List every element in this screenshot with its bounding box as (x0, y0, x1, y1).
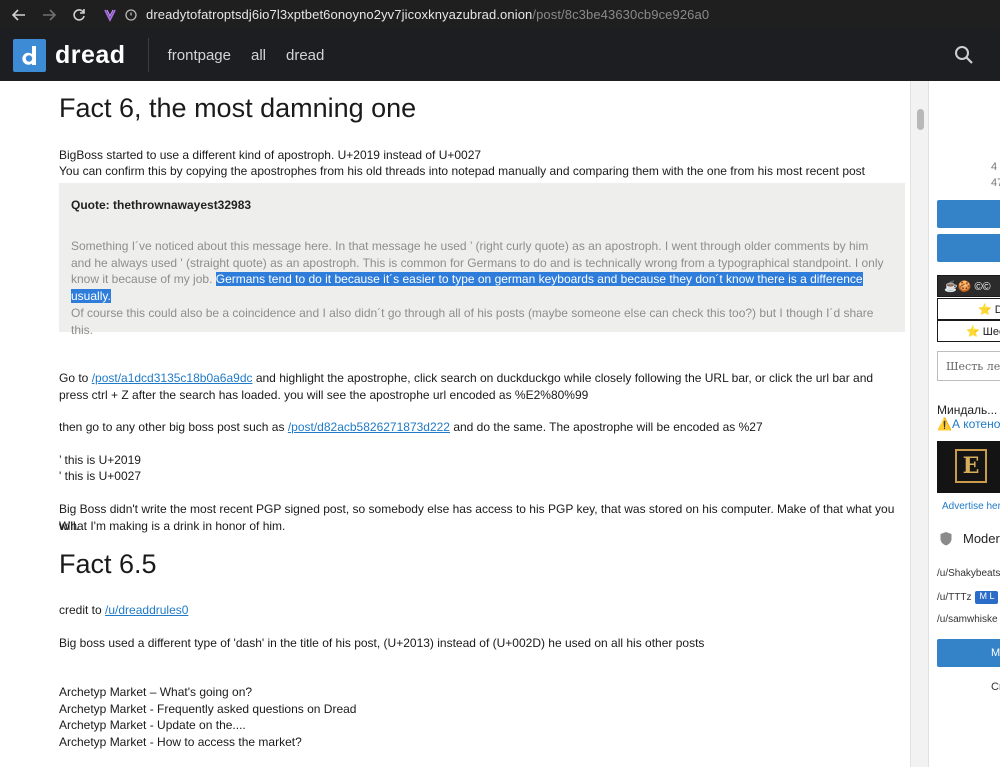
then-paragraph: then go to any other big boss post such … (59, 419, 905, 436)
browser-toolbar: dreadytofatroptsdj6io7l3xptbet6onoyno2yv… (0, 0, 1000, 29)
header-divider (147, 38, 149, 72)
post-line-2: You can confirm this by copying the apos… (59, 164, 865, 178)
apostrophe-line-1: ’ this is U+2019 (59, 453, 141, 467)
sidebar-flair-3[interactable]: ⭐ Шес (937, 320, 1000, 342)
title-line-1: Archetyp Market – What's going on? (59, 685, 253, 699)
site-header: dread frontpage all dread (0, 29, 1000, 81)
sidebar-ad-banner[interactable]: E (937, 441, 1000, 493)
lock-icon[interactable] (124, 8, 138, 22)
dash-line: Big boss used a different type of 'dash'… (59, 636, 705, 650)
address-bar[interactable]: dreadytofatroptsdj6io7l3xptbet6onoyno2yv… (146, 7, 709, 22)
then-suffix: and do the same. The apostrophe will be … (449, 420, 763, 434)
post-link-1[interactable]: /post/a1dcd3135c18b0a6a9dc (92, 371, 253, 385)
sidebar-input[interactable]: Шесть ле (937, 351, 1000, 381)
sidebar-button-1[interactable] (937, 200, 1000, 228)
nav-frontpage[interactable]: frontpage (168, 47, 231, 64)
post-content: Fact 6, the most damning one BigBoss sta… (0, 81, 910, 767)
heading-fact-6-5: Fact 6.5 (59, 549, 157, 579)
moderator-name-2[interactable]: /u/TTTz (937, 592, 971, 603)
scrollbar-thumb[interactable] (917, 109, 924, 130)
nav-dread[interactable]: dread (286, 47, 324, 64)
moderator-user-1[interactable]: /u/Shakybeats (937, 568, 1000, 579)
goto-paragraph: Go to /post/a1dcd3135c18b0a6a9dc and hig… (59, 370, 905, 403)
nav-all[interactable]: all (251, 47, 266, 64)
advertise-link[interactable]: Advertise her (942, 501, 1000, 512)
apostrophe-line-2: ' this is U+0027 (59, 469, 142, 483)
sidebar-text-2[interactable]: ⚠️А котенок (937, 417, 1000, 431)
moderators-heading: Moder (939, 531, 1000, 546)
url-path: /post/8c3be43630cb9ce926a0 (532, 7, 710, 22)
post-line-1: BigBoss started to use a different kind … (59, 148, 482, 162)
user-link[interactable]: /u/dreaddrules0 (105, 603, 188, 617)
moderator-user-2[interactable]: /u/TTTz M L (937, 591, 999, 604)
back-arrow-icon[interactable] (8, 4, 30, 26)
url-host: dreadytofatroptsdj6io7l3xptbet6onoyno2yv… (146, 7, 533, 22)
moderator-user-3[interactable]: /u/samwhiske (937, 614, 998, 625)
sidebar-stat-2: 47 (991, 177, 1000, 189)
quote-body-2: Of course this could also be a coinciden… (71, 306, 874, 337)
quote-title: Quote: thethrownawayest32983 (71, 198, 252, 212)
sidebar-footer-text: Cr (991, 681, 1000, 693)
title-line-4: Archetyp Market - How to access the mark… (59, 735, 302, 749)
ad-logo-icon: E (955, 449, 987, 483)
credit-line: credit to /u/dreaddrules0 (59, 602, 905, 619)
search-icon[interactable] (954, 45, 974, 65)
forward-arrow-icon[interactable] (38, 4, 60, 26)
post-link-2[interactable]: /post/d82acb5826271873d222 (288, 420, 450, 434)
sidebar-stat-1: 4 (991, 161, 998, 173)
shield-icon (940, 532, 952, 546)
moderators-label: Moder (963, 531, 1000, 546)
right-sidebar: 4 47 ☕🍪 ©© ⭐ D ⭐ Шес Шесть ле Миндаль...… (929, 81, 1000, 767)
site-logo-text[interactable]: dread (55, 41, 126, 70)
tor-onion-icon[interactable] (102, 7, 118, 23)
quote-body: Something I´ve noticed about this messag… (71, 238, 886, 304)
content-scrollbar[interactable] (910, 81, 928, 767)
quote-block: Quote: thethrownawayest32983 Something I… (59, 183, 905, 337)
heading-fact-6: Fact 6, the most damning one (59, 93, 417, 123)
dread-logo-icon[interactable] (13, 38, 46, 72)
reload-icon[interactable] (68, 4, 90, 26)
sidebar-button-2[interactable] (937, 234, 1000, 262)
credit-prefix: credit to (59, 603, 106, 617)
title-line-2: Archetyp Market - Frequently asked quest… (59, 702, 357, 716)
moderator-badge: M L (975, 591, 999, 604)
conclusion-line-2: What I'm making is a drink in honor of h… (59, 519, 286, 533)
goto-prefix: Go to (59, 371, 92, 385)
message-mods-button[interactable]: M (937, 639, 1000, 667)
title-line-3: Archetyp Market - Update on the.... (59, 718, 246, 732)
sidebar-flair-1[interactable]: ☕🍪 ©© (937, 275, 1000, 297)
sidebar-flair-2[interactable]: ⭐ D (937, 298, 1000, 320)
then-prefix: then go to any other big boss post such … (59, 420, 288, 434)
sidebar-text-1: Миндаль... (937, 403, 998, 417)
